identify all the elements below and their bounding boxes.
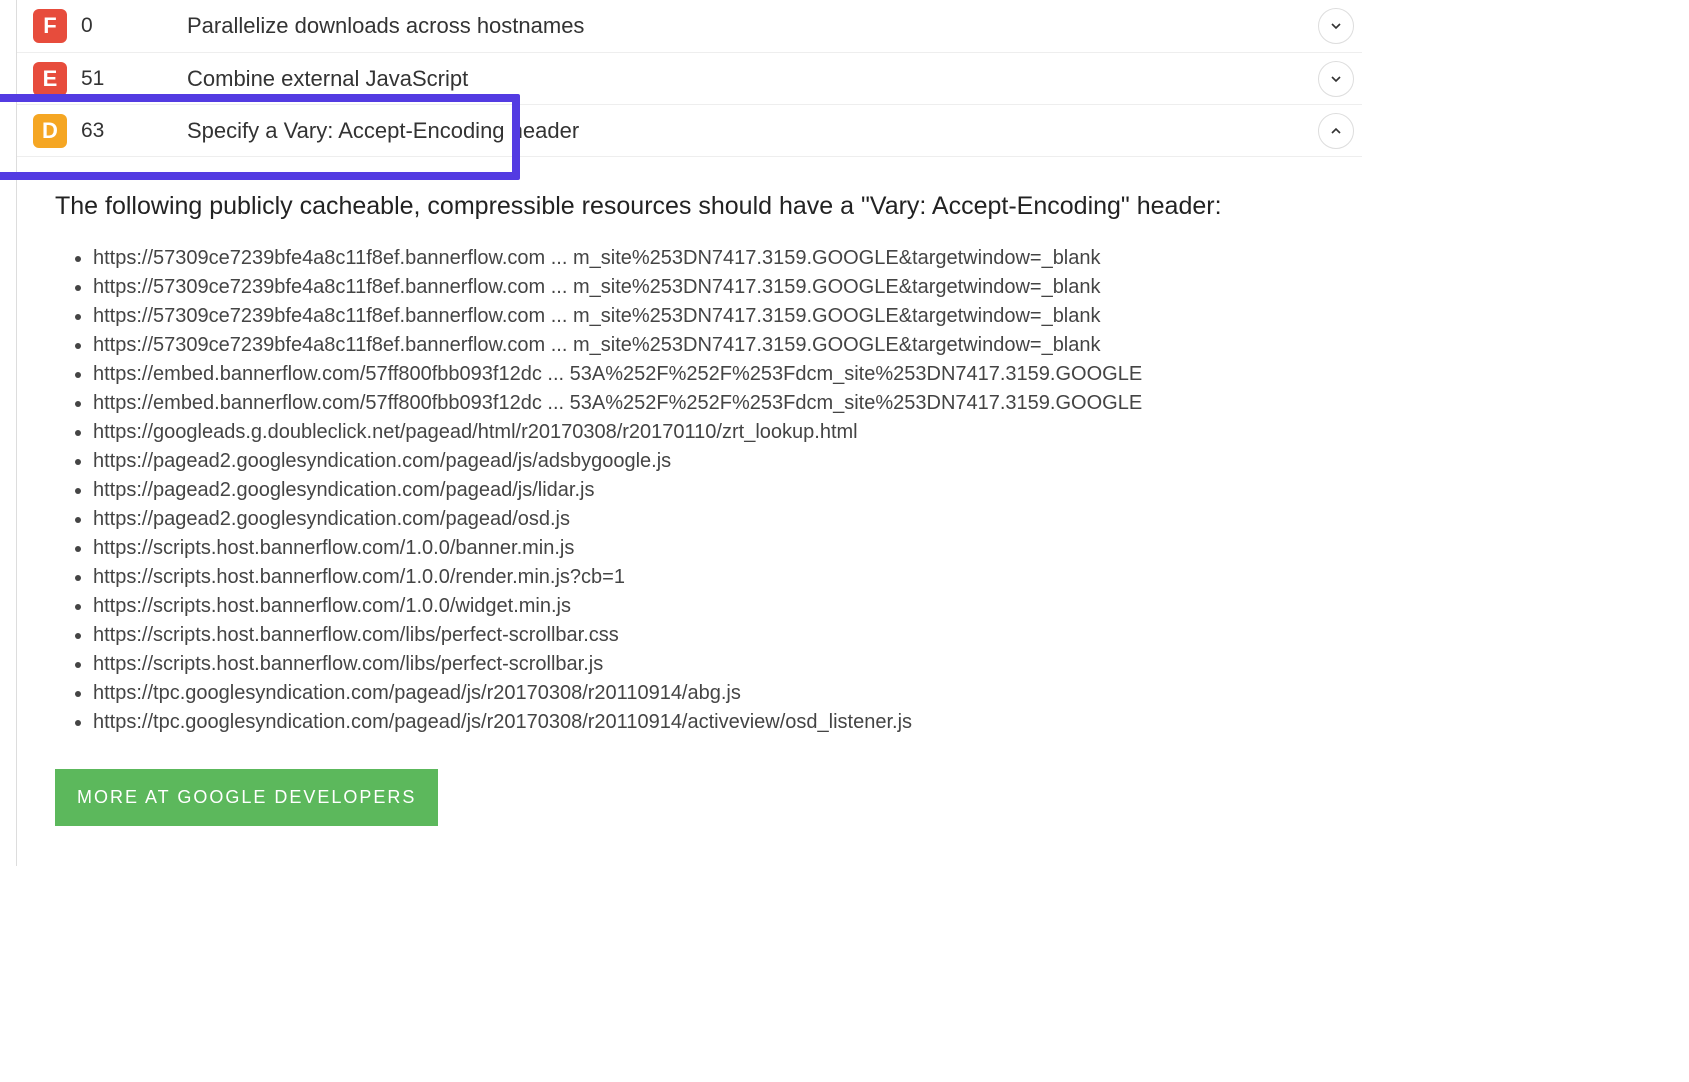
list-item: https://pagead2.googlesyndication.com/pa… [93, 447, 1324, 476]
list-item: https://57309ce7239bfe4a8c11f8ef.bannerf… [93, 244, 1324, 273]
list-item: https://scripts.host.bannerflow.com/libs… [93, 650, 1324, 679]
audit-score: 51 [67, 67, 131, 91]
list-item: https://scripts.host.bannerflow.com/1.0.… [93, 534, 1324, 563]
list-item: https://pagead2.googlesyndication.com/pa… [93, 505, 1324, 534]
resource-list: https://57309ce7239bfe4a8c11f8ef.bannerf… [65, 244, 1324, 737]
expand-toggle[interactable] [1318, 61, 1354, 97]
list-item: https://embed.bannerflow.com/57ff800fbb0… [93, 389, 1324, 418]
expand-toggle[interactable] [1318, 8, 1354, 44]
audit-score: 63 [67, 119, 131, 143]
list-item: https://scripts.host.bannerflow.com/1.0.… [93, 563, 1324, 592]
list-item: https://57309ce7239bfe4a8c11f8ef.bannerf… [93, 273, 1324, 302]
list-item: https://embed.bannerflow.com/57ff800fbb0… [93, 360, 1324, 389]
grade-badge: D [33, 114, 67, 148]
grade-badge: F [33, 9, 67, 43]
audit-label: Parallelize downloads across hostnames [131, 13, 1362, 39]
audit-row-combine-js[interactable]: E 51 Combine external JavaScript [17, 52, 1362, 104]
more-at-google-developers-button[interactable]: MORE AT GOOGLE DEVELOPERS [55, 769, 438, 826]
chevron-down-icon [1328, 18, 1344, 34]
list-item: https://scripts.host.bannerflow.com/libs… [93, 621, 1324, 650]
list-item: https://googleads.g.doubleclick.net/page… [93, 418, 1324, 447]
panel-lead-text: The following publicly cacheable, compre… [55, 187, 1324, 226]
audit-label: Specify a Vary: Accept-Encoding header [131, 118, 1362, 144]
list-item: https://57309ce7239bfe4a8c11f8ef.bannerf… [93, 331, 1324, 360]
list-item: https://scripts.host.bannerflow.com/1.0.… [93, 592, 1324, 621]
audit-list: F 0 Parallelize downloads across hostnam… [16, 0, 1362, 866]
audit-detail-panel: The following publicly cacheable, compre… [17, 156, 1362, 866]
collapse-toggle[interactable] [1318, 113, 1354, 149]
audit-row-parallelize[interactable]: F 0 Parallelize downloads across hostnam… [17, 0, 1362, 52]
list-item: https://tpc.googlesyndication.com/pagead… [93, 708, 1324, 737]
list-item: https://pagead2.googlesyndication.com/pa… [93, 476, 1324, 505]
list-item: https://tpc.googlesyndication.com/pagead… [93, 679, 1324, 708]
audit-row-vary-accept-encoding[interactable]: D 63 Specify a Vary: Accept-Encoding hea… [17, 104, 1362, 156]
chevron-up-icon [1328, 123, 1344, 139]
list-item: https://57309ce7239bfe4a8c11f8ef.bannerf… [93, 302, 1324, 331]
chevron-down-icon [1328, 71, 1344, 87]
grade-badge: E [33, 62, 67, 96]
audit-label: Combine external JavaScript [131, 66, 1362, 92]
audit-score: 0 [67, 14, 131, 38]
